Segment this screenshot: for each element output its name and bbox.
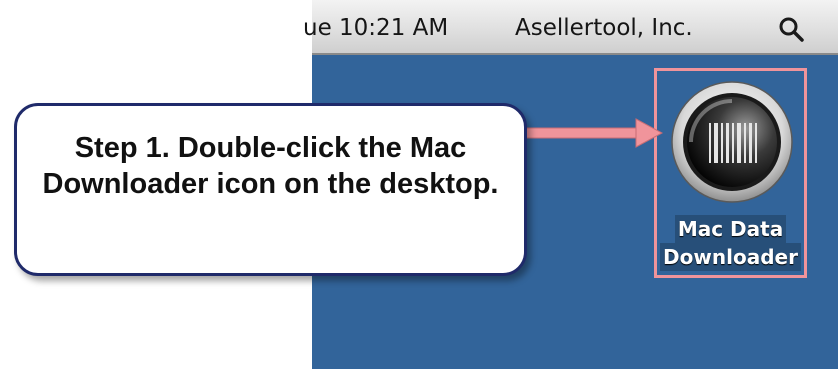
mac-data-downloader-desktop-icon[interactable]: Mac Data Downloader [654, 68, 807, 278]
menubar-clock[interactable]: ue 10:21 AM [303, 15, 448, 41]
menubar-company-name[interactable]: Asellertool, Inc. [515, 15, 693, 41]
instruction-callout: Step 1. Double-click the Mac Downloader … [14, 103, 527, 276]
pointer-arrow [524, 118, 664, 148]
instruction-text: Step 1. Double-click the Mac Downloader … [42, 132, 499, 200]
desktop-icon-label-line2: Downloader [660, 243, 801, 271]
menu-bar: ue 10:21 AM Asellertool, Inc. [303, 0, 838, 55]
spotlight-search-icon[interactable] [778, 16, 804, 42]
desktop-icon-label[interactable]: Mac Data Downloader [657, 215, 804, 271]
screenshot-stage: ue 10:21 AM Asellertool, Inc. Mac Data D… [0, 0, 838, 369]
desktop-icon-label-line1: Mac Data [674, 215, 787, 243]
mac-data-downloader-app-icon[interactable] [669, 79, 795, 205]
